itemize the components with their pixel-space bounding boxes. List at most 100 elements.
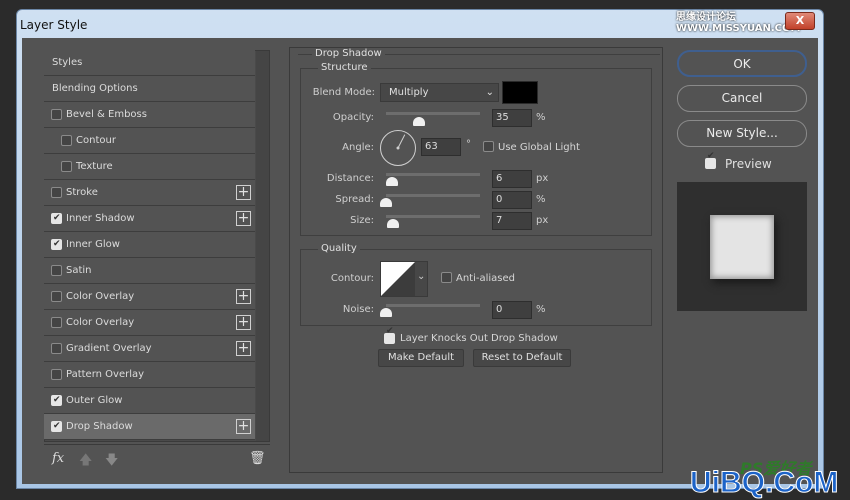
new-style-button[interactable]: New Style...	[677, 120, 807, 147]
style-item-texture[interactable]: Texture	[44, 154, 255, 180]
distance-slider-thumb[interactable]	[385, 177, 398, 186]
style-label: Inner Glow	[66, 239, 120, 250]
spread-input[interactable]: 0	[492, 191, 532, 209]
style-item-stroke[interactable]: Stroke +	[44, 180, 255, 206]
blend-mode-select[interactable]: Multiply ⌄	[380, 83, 499, 102]
blend-mode-value: Multiply	[389, 87, 429, 98]
size-input[interactable]: 7	[492, 212, 532, 230]
style-item-gradient-overlay[interactable]: Gradient Overlay +	[44, 336, 255, 362]
opacity-slider[interactable]	[386, 112, 480, 115]
style-label: Pattern Overlay	[66, 369, 145, 380]
plus-icon[interactable]: +	[236, 185, 251, 200]
plus-icon[interactable]: +	[236, 211, 251, 226]
angle-input[interactable]: 63	[421, 138, 461, 156]
style-checkbox[interactable]	[51, 414, 62, 439]
style-item-color-overlay[interactable]: Color Overlay +	[44, 284, 255, 310]
plus-icon[interactable]: +	[236, 289, 251, 304]
angle-dial[interactable]	[379, 129, 417, 167]
style-checkbox[interactable]	[51, 265, 62, 276]
opacity-input[interactable]: 35	[492, 109, 532, 127]
style-checkbox[interactable]	[51, 291, 62, 302]
contour-picker[interactable]: ⌄	[380, 261, 428, 297]
style-label: Color Overlay	[66, 291, 135, 302]
style-label: Drop Shadow	[66, 421, 133, 432]
opacity-label: Opacity:	[332, 112, 374, 123]
preview-square	[710, 215, 774, 279]
style-item-drop-shadow[interactable]: Drop Shadow +	[44, 414, 255, 440]
style-item-satin[interactable]: Satin	[44, 258, 255, 284]
styles-toolbar: fx 🡅 🡇 🗑	[44, 444, 270, 474]
structure-title: Structure	[318, 62, 371, 73]
preview-thumbnail	[677, 182, 807, 311]
shadow-color-swatch[interactable]	[502, 81, 538, 104]
reset-to-default-button[interactable]: Reset to Default	[473, 349, 571, 367]
arrow-down-icon[interactable]: 🡇	[105, 451, 118, 473]
use-global-light-checkbox[interactable]	[483, 141, 494, 152]
watermark-top: 思缘设计论坛 WWW.MISSYUAN.COM	[676, 12, 801, 34]
trash-icon[interactable]: 🗑	[249, 451, 266, 466]
style-item-pattern-overlay[interactable]: Pattern Overlay	[44, 362, 255, 388]
style-checkbox[interactable]	[51, 187, 62, 198]
anti-aliased-label: Anti-aliased	[456, 273, 516, 284]
noise-slider-thumb[interactable]	[380, 308, 392, 317]
size-slider-thumb[interactable]	[386, 219, 399, 228]
size-slider[interactable]	[386, 215, 480, 218]
noise-input[interactable]: 0	[492, 301, 532, 319]
style-item-bevel-emboss[interactable]: Bevel & Emboss	[44, 102, 255, 128]
spread-unit: %	[536, 194, 546, 205]
style-checkbox[interactable]	[51, 343, 62, 354]
knockout-checkbox[interactable]	[384, 326, 395, 344]
style-checkbox[interactable]	[61, 135, 72, 146]
blend-mode-label: Blend Mode:	[312, 87, 375, 98]
style-item-outer-glow[interactable]: Outer Glow	[44, 388, 255, 414]
style-checkbox[interactable]	[51, 109, 62, 120]
plus-icon[interactable]: +	[236, 419, 251, 434]
style-checkbox[interactable]	[51, 317, 62, 328]
spread-slider[interactable]	[386, 194, 480, 197]
style-item-contour[interactable]: Contour	[44, 128, 255, 154]
watermark-bottom: UiBQ.CoM	[689, 466, 839, 499]
style-checkbox[interactable]	[51, 388, 62, 413]
quality-title: Quality	[318, 243, 360, 254]
angle-unit: °	[466, 139, 471, 150]
style-item-color-overlay[interactable]: Color Overlay +	[44, 310, 255, 336]
cancel-button[interactable]: Cancel	[677, 85, 807, 112]
plus-icon[interactable]: +	[236, 315, 251, 330]
ok-button[interactable]: OK	[677, 50, 807, 77]
anti-aliased-checkbox[interactable]	[441, 272, 452, 283]
close-button[interactable]: X	[785, 12, 815, 30]
preview-checkbox[interactable]	[705, 151, 716, 169]
dialog-title: Layer Style	[20, 18, 88, 32]
chevron-down-icon: ⌄	[485, 87, 494, 98]
style-label: Inner Shadow	[66, 213, 135, 224]
style-label: Gradient Overlay	[66, 343, 152, 354]
arrow-up-icon[interactable]: 🡅	[79, 451, 92, 473]
opacity-slider-thumb[interactable]	[412, 117, 425, 126]
opacity-unit: %	[536, 112, 546, 123]
style-item-blending-options[interactable]: Blending Options	[44, 76, 255, 102]
style-label: Satin	[66, 265, 92, 276]
style-checkbox[interactable]	[51, 206, 62, 231]
style-item-styles[interactable]: Styles	[44, 50, 255, 76]
angle-label: Angle:	[342, 142, 374, 153]
size-unit: px	[536, 215, 549, 226]
size-label: Size:	[350, 215, 374, 226]
make-default-button[interactable]: Make Default	[378, 349, 464, 367]
chevron-down-icon: ⌄	[417, 271, 426, 282]
style-item-inner-shadow[interactable]: Inner Shadow +	[44, 206, 255, 232]
style-checkbox[interactable]	[51, 369, 62, 380]
distance-input[interactable]: 6	[492, 170, 532, 188]
noise-slider[interactable]	[386, 304, 480, 307]
distance-slider[interactable]	[386, 173, 480, 176]
style-item-inner-glow[interactable]: Inner Glow	[44, 232, 255, 258]
fx-button[interactable]: fx	[52, 451, 64, 466]
plus-icon[interactable]: +	[236, 341, 251, 356]
distance-label: Distance:	[326, 173, 374, 184]
style-label: Styles	[52, 57, 83, 68]
style-checkbox[interactable]	[61, 161, 72, 172]
style-label: Contour	[76, 135, 116, 146]
style-checkbox[interactable]	[51, 232, 62, 257]
spread-slider-thumb[interactable]	[380, 198, 392, 207]
scrollbar[interactable]	[256, 51, 269, 441]
style-label: Blending Options	[52, 83, 138, 94]
